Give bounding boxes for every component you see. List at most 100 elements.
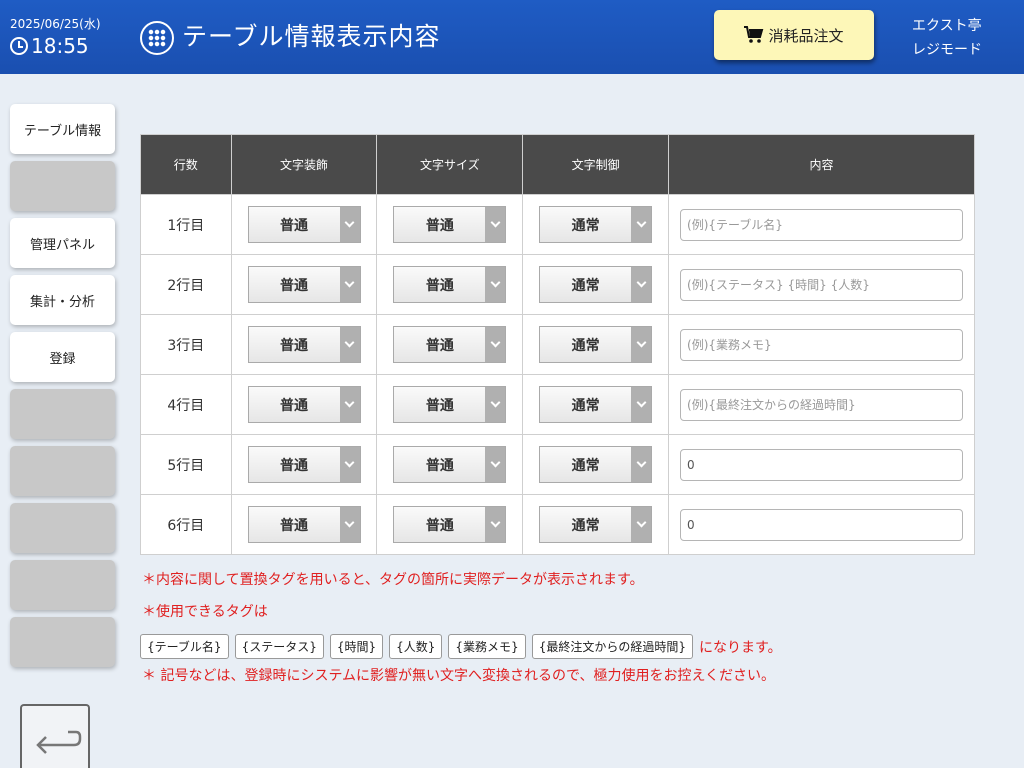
column-header: 内容: [668, 134, 975, 195]
select-value: 通常: [571, 517, 600, 534]
content-input[interactable]: [680, 328, 964, 361]
sidebar-item-empty: [10, 617, 115, 667]
control-select[interactable]: 通常: [539, 206, 653, 243]
select-value: 普通: [280, 217, 308, 234]
sidebar-item-table-info[interactable]: テーブル情報: [10, 104, 115, 154]
decoration-select[interactable]: 普通: [247, 506, 361, 543]
size-select[interactable]: 普通: [393, 326, 507, 363]
sidebar-item-empty: [10, 560, 115, 610]
datetime: 2025/06/25(水) 18:55: [10, 16, 110, 58]
row-label: 6行目: [140, 494, 232, 555]
select-value: 通常: [571, 397, 600, 414]
time-display: 18:55: [10, 34, 110, 58]
size-select[interactable]: 普通: [393, 446, 507, 483]
decoration-select[interactable]: 普通: [247, 266, 361, 303]
select-value: 普通: [425, 277, 454, 294]
note-symbol-warning: ＊ 記号などは、登録時にシステムに影響が無い文字へ変換されるので、極力使用をお控…: [142, 668, 776, 684]
decoration-select[interactable]: 普通: [247, 446, 361, 483]
tag-chip: {ステータス}: [234, 634, 324, 659]
page-title: テーブル情報表示内容: [182, 22, 441, 51]
select-value: 通常: [571, 337, 600, 354]
clock-icon: [10, 37, 28, 55]
tag-list: {テーブル名} {ステータス} {時間} {人数} {業務メモ} {最終注文から…: [140, 634, 782, 659]
select-value: 普通: [280, 397, 308, 414]
back-arrow-icon: [36, 730, 82, 754]
tag-chip: {業務メモ}: [448, 634, 526, 659]
chevron-down-icon: [344, 517, 355, 528]
content-input[interactable]: [680, 268, 964, 301]
sidebar-item-register[interactable]: 登録: [10, 332, 115, 382]
select-value: 普通: [280, 277, 308, 294]
content-input[interactable]: [680, 208, 964, 241]
sidebar-item-empty: [10, 503, 115, 553]
tag-list-suffix: になります。: [698, 639, 782, 656]
sidebar-item-empty: [10, 389, 115, 439]
decoration-select[interactable]: 普通: [247, 206, 361, 243]
chevron-down-icon: [636, 277, 647, 288]
column-header: 文字サイズ: [376, 134, 524, 195]
select-value: 通常: [571, 457, 600, 474]
note-available-tags: ＊使用できるタグは: [142, 604, 268, 620]
chevron-down-icon: [490, 217, 501, 228]
select-value: 通常: [571, 277, 600, 294]
cart-icon: [744, 26, 764, 43]
chevron-down-icon: [490, 397, 501, 408]
order-supplies-button[interactable]: 消耗品注文: [714, 10, 874, 60]
control-select[interactable]: 通常: [539, 446, 653, 483]
size-select[interactable]: 普通: [393, 266, 507, 303]
keypad-icon: [140, 21, 174, 55]
time-label: 18:55: [31, 34, 89, 58]
control-select[interactable]: 通常: [539, 506, 653, 543]
sidebar-item-empty: [10, 446, 115, 496]
table-row: 3行目 普通 普通 通常: [140, 314, 975, 375]
table-header-row: 行数 文字装飾 文字サイズ 文字制御 内容: [140, 134, 975, 195]
row-label: 3行目: [140, 314, 232, 375]
row-label: 1行目: [140, 194, 232, 255]
sidebar-item-analytics[interactable]: 集計・分析: [10, 275, 115, 325]
column-header: 行数: [140, 134, 232, 195]
content-input[interactable]: [680, 508, 964, 541]
size-select[interactable]: 普通: [393, 386, 507, 423]
table-row: 1行目 普通 普通 通常: [140, 194, 975, 255]
size-select[interactable]: 普通: [393, 506, 507, 543]
chevron-down-icon: [636, 397, 647, 408]
tag-chip: {人数}: [389, 634, 443, 659]
control-select[interactable]: 通常: [539, 386, 653, 423]
chevron-down-icon: [490, 517, 501, 528]
store-info: エクスト亭 レジモード: [912, 14, 982, 62]
select-value: 普通: [280, 337, 308, 354]
chevron-down-icon: [490, 337, 501, 348]
column-header: 文字制御: [522, 134, 670, 195]
chevron-down-icon: [636, 517, 647, 528]
row-label: 4行目: [140, 374, 232, 435]
table-display-settings: 行数 文字装飾 文字サイズ 文字制御 内容 1行目 普通 普通 通常 2行目 普…: [140, 134, 975, 555]
table-row: 4行目 普通 普通 通常: [140, 374, 975, 435]
tag-chip: {最終注文からの経過時間}: [531, 634, 693, 659]
select-value: 普通: [425, 517, 454, 534]
column-header: 文字装飾: [230, 134, 378, 195]
select-value: 普通: [425, 337, 454, 354]
chevron-down-icon: [636, 337, 647, 348]
sidebar-item-admin-panel[interactable]: 管理パネル: [10, 218, 115, 268]
note-replace-tags: ＊内容に関して置換タグを用いると、タグの箇所に実際データが表示されます。: [142, 572, 644, 588]
date-label: 2025/06/25(水): [10, 17, 101, 31]
order-button-label: 消耗品注文: [768, 26, 844, 45]
select-value: 普通: [280, 517, 308, 534]
back-button[interactable]: [20, 704, 90, 768]
store-name: エクスト亭: [912, 18, 982, 34]
chevron-down-icon: [344, 457, 355, 468]
header: 2025/06/25(水) 18:55 テーブル情報表示内容 消耗品注文 エクス…: [0, 0, 1024, 74]
decoration-select[interactable]: 普通: [247, 386, 361, 423]
control-select[interactable]: 通常: [539, 266, 653, 303]
control-select[interactable]: 通常: [539, 326, 653, 363]
select-value: 通常: [571, 217, 600, 234]
mode-label: レジモード: [912, 42, 982, 58]
table-row: 2行目 普通 普通 通常: [140, 254, 975, 315]
size-select[interactable]: 普通: [393, 206, 507, 243]
decoration-select[interactable]: 普通: [247, 326, 361, 363]
chevron-down-icon: [344, 217, 355, 228]
content-input[interactable]: [680, 388, 964, 421]
table-row: 5行目 普通 普通 通常: [140, 434, 975, 495]
select-value: 普通: [425, 397, 454, 414]
content-input[interactable]: [680, 448, 964, 481]
